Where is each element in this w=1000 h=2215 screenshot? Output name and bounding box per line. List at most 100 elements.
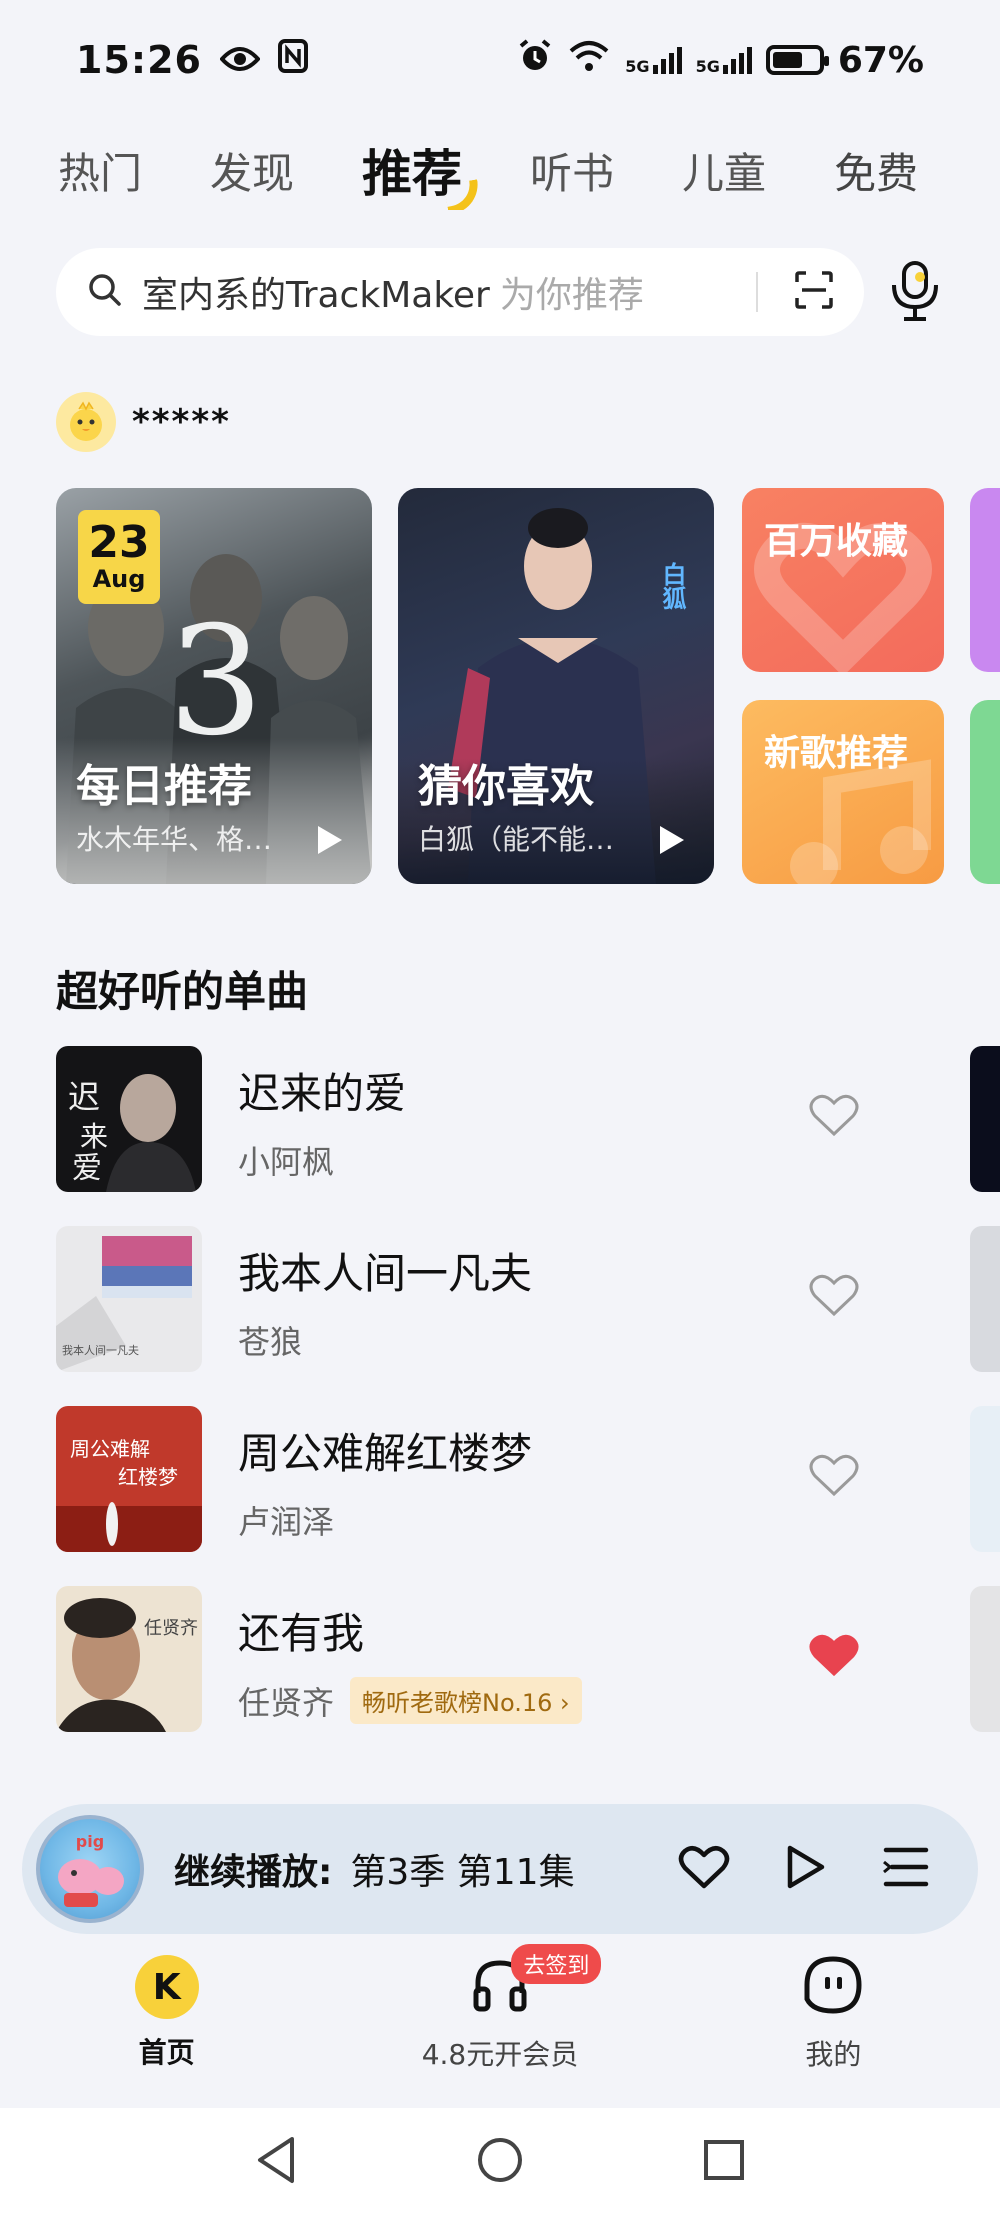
system-nav-bar	[0, 2108, 1000, 2215]
nfc-icon	[277, 38, 308, 82]
heart-outline-icon[interactable]	[808, 1452, 860, 1502]
search-hint: 为你推荐	[499, 275, 644, 316]
status-bar: 15:26 5G 5G 67%	[0, 0, 1000, 120]
avatar	[56, 392, 116, 452]
next-card-peek-2[interactable]	[970, 700, 1000, 884]
battery-icon	[765, 45, 829, 75]
scan-icon[interactable]	[794, 270, 834, 314]
mini-player-cover[interactable]: pig	[36, 1815, 144, 1923]
search-divider	[756, 272, 758, 312]
search-placeholder: 室内系的TrackMaker	[142, 275, 490, 316]
nav-home-label: 首页	[138, 2036, 195, 2069]
song-artist: 卢润泽	[238, 1503, 335, 1541]
chart-rank-badge[interactable]: 畅听老歌榜No.16 ›	[350, 1677, 582, 1724]
category-tabs: 热门 发现 推荐 听书 儿童 免费	[58, 130, 1000, 210]
tab-3[interactable]: 听书	[530, 140, 614, 201]
playlist-icon[interactable]	[882, 1846, 930, 1892]
song-artist: 苍狼	[238, 1323, 303, 1361]
heart-outline-icon[interactable]	[808, 1092, 860, 1142]
tab-0[interactable]: 热门	[58, 140, 142, 201]
song-row[interactable]: 任贤齐 还有我 任贤齐 畅听老歌榜No.16 ›	[56, 1586, 1000, 1766]
nav-vip-label: 4.8元开会员	[421, 2038, 579, 2071]
status-time: 15:26	[76, 38, 202, 82]
song-row[interactable]: 我本人间一凡夫 我本人间一凡夫 苍狼	[56, 1226, 1000, 1406]
daily-card-title: 每日推荐	[76, 761, 252, 812]
heart-filled-icon[interactable]	[808, 1632, 860, 1682]
song-row[interactable]: 迟来爱迟来的爱小阿枫	[56, 1046, 1000, 1226]
song-title: 周公难解红楼梦	[238, 1429, 533, 1478]
song-list: 迟来爱迟来的爱 小阿枫 我本人间一凡夫 我本人间一凡夫 苍狼 周公难解 红楼梦 周公难解红楼梦…	[56, 1046, 1000, 1766]
tab-1[interactable]: 发现	[210, 140, 294, 201]
daily-play-icon[interactable]	[318, 826, 342, 854]
song-title: 我本人间一凡夫	[238, 1249, 533, 1298]
svg-text:周公难解: 周公难解	[70, 1437, 150, 1461]
nav-me[interactable]: 我的	[667, 1948, 1000, 2078]
mini-player-label: 继续播放:	[174, 1852, 333, 1893]
user-row[interactable]: *****	[56, 392, 231, 452]
battery-percent: 67%	[837, 39, 924, 81]
song-row[interactable]: 周公难解 红楼梦 周公难解红楼梦 卢润泽	[56, 1406, 1000, 1586]
section-title: 超好听的单曲	[56, 967, 309, 1016]
svg-text:红楼梦: 红楼梦	[118, 1465, 178, 1489]
guess-you-like-card[interactable]: 白狐 猜你喜欢 白狐（能不能为我）	[398, 488, 714, 884]
tab-2[interactable]: 推荐	[362, 134, 483, 210]
song-cover[interactable]: 迟来爱	[56, 1046, 202, 1192]
tab-5[interactable]: 免费	[834, 140, 918, 201]
play-icon[interactable]	[784, 1843, 828, 1895]
next-column-peek[interactable]	[970, 1226, 1000, 1372]
song-artist: 任贤齐	[238, 1683, 335, 1722]
svg-text:pig: pig	[76, 1832, 104, 1851]
next-column-peek[interactable]	[970, 1406, 1000, 1552]
nav-me-label: 我的	[805, 2038, 862, 2071]
new-songs-card[interactable]: 新歌推荐	[742, 700, 944, 884]
active-tab-indicator	[443, 179, 483, 210]
svg-text:迟: 迟	[68, 1078, 100, 1116]
nav-home[interactable]: K 首页	[0, 1948, 333, 2078]
svg-text:我本人间一凡夫: 我本人间一凡夫	[62, 1343, 139, 1357]
recent-apps-icon[interactable]	[702, 2138, 746, 2186]
million-favorites-label: 百万收藏	[764, 521, 909, 562]
heart-outline-icon[interactable]	[808, 1272, 860, 1322]
profile-face-icon	[801, 1953, 865, 2021]
song-cover[interactable]: 周公难解红楼梦	[56, 1406, 202, 1552]
home-circle-icon[interactable]	[476, 2136, 524, 2188]
alarm-icon	[517, 38, 553, 83]
signal-icon-2: 5G	[696, 45, 752, 75]
mini-player[interactable]: pig 继续播放: 第3季 第11集	[22, 1804, 978, 1934]
home-icon: K	[134, 1955, 199, 2019]
guess-card-subtitle: 白狐（能不能为我）	[418, 823, 628, 856]
song-title: 迟来的爱	[238, 1069, 407, 1118]
song-cover[interactable]: 任贤齐	[56, 1586, 202, 1732]
tab-4[interactable]: 儿童	[682, 140, 766, 201]
guess-card-title: 猜你喜欢	[418, 761, 594, 812]
signin-badge[interactable]: 去签到	[511, 1944, 602, 1984]
new-songs-label: 新歌推荐	[764, 733, 909, 774]
search-box[interactable]: 室内系的TrackMaker 为你推荐	[56, 248, 864, 336]
guess-play-icon[interactable]	[660, 826, 684, 854]
song-title: 还有我	[238, 1609, 365, 1658]
voice-search-icon[interactable]	[886, 257, 944, 327]
heart-outline-icon[interactable]	[678, 1844, 730, 1894]
bottom-nav: K 首页 去签到 4.8元开会员 我的	[0, 1944, 1000, 2078]
date-badge: 23 Aug	[78, 510, 160, 604]
nav-vip[interactable]: 去签到 4.8元开会员	[333, 1944, 666, 2078]
back-icon[interactable]	[254, 2135, 298, 2189]
svg-text:任贤齐: 任贤齐	[144, 1618, 198, 1639]
million-favorites-card[interactable]: 百万收藏	[742, 488, 944, 672]
next-column-peek[interactable]	[970, 1046, 1000, 1192]
search-row: 室内系的TrackMaker 为你推荐	[56, 248, 956, 336]
mini-player-episode: 第3季 第11集	[350, 1852, 575, 1893]
song-artist: 小阿枫	[238, 1143, 335, 1181]
song-cover[interactable]: 我本人间一凡夫	[56, 1226, 202, 1372]
guess-card-tag: 白狐	[658, 562, 686, 610]
signal-icon: 5G	[625, 45, 682, 75]
daily-recommend-card[interactable]: 3 23 Aug 每日推荐 水木年华、格格巫	[56, 488, 372, 884]
next-column-peek[interactable]	[970, 1586, 1000, 1732]
tabs-fade	[920, 130, 1000, 210]
eye-icon	[219, 38, 261, 82]
next-card-peek[interactable]	[970, 488, 1000, 672]
search-icon	[86, 271, 124, 313]
svg-text:爱: 爱	[72, 1151, 102, 1186]
recommend-cards: 3 23 Aug 每日推荐 水木年华、格格巫 白狐 猜你喜欢 白狐（能不能为我）	[56, 488, 1000, 884]
username: *****	[132, 402, 231, 442]
